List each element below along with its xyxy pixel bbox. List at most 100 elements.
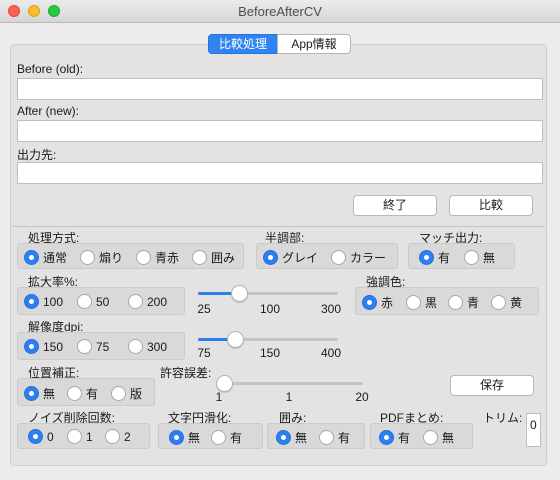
- align-option-plate[interactable]: 版: [111, 385, 142, 402]
- enclose-group: 無 有: [267, 423, 365, 449]
- radio-selected-icon: [28, 429, 43, 444]
- option-label: 通常: [43, 251, 68, 265]
- radio-icon: [105, 429, 120, 444]
- zoom-option-200[interactable]: 200: [128, 294, 167, 309]
- tab-app-info[interactable]: App情報: [277, 34, 351, 54]
- zoom-group: 100 50 200: [17, 287, 185, 315]
- tolerance-slider-track[interactable]: [216, 375, 363, 392]
- radio-icon: [448, 295, 463, 310]
- align-option-none[interactable]: 無: [24, 385, 55, 402]
- halftone-option-gray[interactable]: グレイ: [263, 249, 318, 266]
- option-label: 黒: [425, 296, 438, 310]
- radio-icon: [128, 339, 143, 354]
- option-label: 囲み: [211, 251, 236, 265]
- pdf-group: 有 無: [370, 423, 473, 449]
- noise-option-1[interactable]: 1: [67, 429, 93, 444]
- radio-selected-icon: [24, 250, 39, 265]
- dpi-option-150[interactable]: 150: [24, 339, 63, 354]
- match-option-no[interactable]: 無: [464, 249, 495, 266]
- option-label: 有: [338, 431, 351, 445]
- option-label: 150: [43, 339, 64, 354]
- option-label: 無: [188, 431, 201, 445]
- tolerance-slider-min: 1: [215, 390, 223, 404]
- halftone-group: グレイ カラー: [256, 243, 398, 269]
- processing-option-enclose[interactable]: 囲み: [192, 249, 235, 266]
- halftone-option-color[interactable]: カラー: [331, 249, 386, 266]
- emphasis-group: 赤 黒 青 黄: [355, 287, 539, 315]
- option-label: 300: [147, 339, 168, 354]
- dpi-option-300[interactable]: 300: [128, 339, 167, 354]
- title-bar: BeforeAfterCV: [0, 0, 560, 23]
- radio-icon: [136, 250, 151, 265]
- radio-icon: [77, 294, 92, 309]
- option-label: グレイ: [282, 251, 319, 265]
- match-option-yes[interactable]: 有: [419, 249, 450, 266]
- processing-option-bluered[interactable]: 青赤: [136, 249, 179, 266]
- quit-button[interactable]: 終了: [353, 195, 437, 216]
- compare-button[interactable]: 比較: [449, 195, 533, 216]
- zoom-option-100[interactable]: 100: [24, 294, 63, 309]
- radio-icon: [423, 430, 438, 445]
- dpi-slider-knob[interactable]: [227, 331, 244, 348]
- tolerance-slider-mid: 1: [285, 390, 293, 404]
- enclose-option-none[interactable]: 無: [276, 429, 307, 446]
- option-label: 青赤: [155, 251, 180, 265]
- radio-icon: [128, 294, 143, 309]
- radio-icon: [464, 250, 479, 265]
- dpi-option-75[interactable]: 75: [77, 339, 109, 354]
- processing-option-normal[interactable]: 通常: [24, 249, 67, 266]
- tolerance-slider-max: 20: [355, 390, 369, 404]
- option-label: 75: [96, 339, 110, 354]
- option-label: 黄: [510, 296, 523, 310]
- before-label: Before (old):: [17, 62, 84, 76]
- zoom-slider-knob[interactable]: [231, 285, 248, 302]
- after-path-field[interactable]: [17, 120, 543, 142]
- enclose-option-yes[interactable]: 有: [319, 429, 350, 446]
- radio-icon: [80, 250, 95, 265]
- option-label: 2: [124, 429, 131, 444]
- processing-option-aori[interactable]: 煽り: [80, 249, 123, 266]
- radio-icon: [111, 386, 126, 401]
- smoothing-group: 無 有: [158, 423, 263, 449]
- option-label: 無: [483, 251, 496, 265]
- option-label: 有: [230, 431, 243, 445]
- smoothing-option-none[interactable]: 無: [169, 429, 200, 446]
- divider: [12, 226, 545, 227]
- zoom-slider-track[interactable]: [198, 285, 338, 302]
- option-label: 50: [96, 294, 110, 309]
- option-label: 有: [86, 387, 99, 401]
- dpi-slider-track[interactable]: [198, 331, 338, 348]
- radio-icon: [491, 295, 506, 310]
- smoothing-option-yes[interactable]: 有: [211, 429, 242, 446]
- radio-icon: [67, 429, 82, 444]
- zoom-slider-min: 25: [197, 302, 211, 316]
- save-button[interactable]: 保存: [450, 375, 534, 396]
- align-option-yes[interactable]: 有: [67, 385, 98, 402]
- radio-selected-icon: [263, 250, 278, 265]
- noise-option-0[interactable]: 0: [28, 429, 54, 444]
- pdf-option-yes[interactable]: 有: [379, 429, 410, 446]
- dpi-group: 150 75 300: [17, 332, 185, 360]
- tab-compare[interactable]: 比較処理: [208, 34, 278, 54]
- window-title: BeforeAfterCV: [238, 4, 322, 19]
- pdf-option-no[interactable]: 無: [423, 429, 454, 446]
- radio-icon: [406, 295, 421, 310]
- noise-group: 0 1 2: [17, 423, 150, 449]
- before-path-field[interactable]: [17, 78, 543, 100]
- option-label: 版: [130, 387, 143, 401]
- option-label: 100: [43, 294, 64, 309]
- output-path-field[interactable]: [17, 162, 543, 184]
- emphasis-option-yellow[interactable]: 黄: [491, 294, 522, 311]
- zoom-option-50[interactable]: 50: [77, 294, 109, 309]
- radio-icon: [67, 386, 82, 401]
- option-label: 0: [47, 429, 54, 444]
- zoom-slider-max: 300: [320, 302, 342, 316]
- emphasis-option-red[interactable]: 赤: [362, 294, 393, 311]
- trim-field[interactable]: 0: [526, 413, 541, 447]
- emphasis-option-black[interactable]: 黒: [406, 294, 437, 311]
- radio-selected-icon: [379, 430, 394, 445]
- radio-selected-icon: [24, 339, 39, 354]
- noise-option-2[interactable]: 2: [105, 429, 131, 444]
- emphasis-option-blue[interactable]: 青: [448, 294, 479, 311]
- radio-icon: [192, 250, 207, 265]
